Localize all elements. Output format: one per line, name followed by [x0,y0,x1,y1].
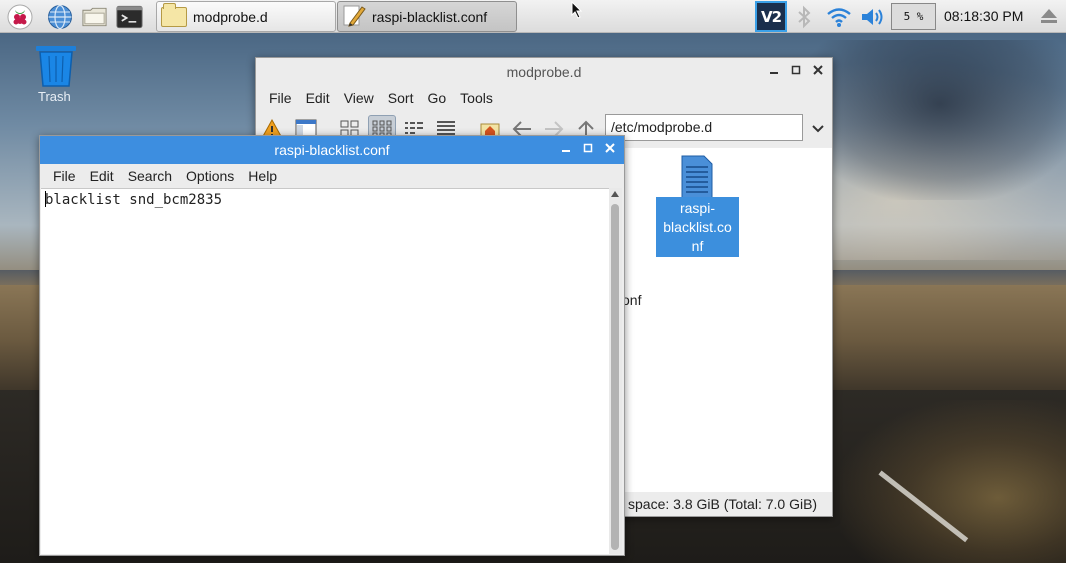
file-manager-icon[interactable] [81,3,108,30]
menu-file[interactable]: File [46,168,83,184]
menu-tools[interactable]: Tools [453,90,500,106]
folder-icon [161,2,187,27]
text-editor-titlebar[interactable]: raspi-blacklist.conf [40,136,624,164]
minimize-button[interactable] [558,140,574,156]
maximize-button[interactable] [788,62,804,78]
task-modprobe-d[interactable]: modprobe.d [156,1,336,32]
raspberry-menu-icon[interactable] [6,3,33,30]
web-browser-icon[interactable] [46,3,73,30]
file-manager-titlebar[interactable]: modprobe.d [256,58,832,85]
selected-file-label-line: nf [691,238,704,254]
taskbar: modprobe.d raspi-blacklist.conf V2 5 % 0… [0,0,1066,33]
scroll-up-arrow-icon[interactable] [611,191,619,197]
selected-file-label[interactable]: raspi- blacklist.co nf [656,197,739,257]
selected-file-label-line: blacklist.co [663,219,732,235]
close-button[interactable] [810,62,826,78]
text-editor-title: raspi-blacklist.conf [274,142,390,158]
bluetooth-icon[interactable] [791,4,817,30]
menu-file[interactable]: File [262,90,299,106]
wallpaper-cloud [800,40,1066,200]
free-space-status: space: 3.8 GiB (Total: 7.0 GiB) [628,496,818,512]
menu-sort[interactable]: Sort [381,90,421,106]
eject-icon[interactable] [1040,8,1058,27]
vertical-scrollbar[interactable] [609,188,622,554]
minimize-button[interactable] [766,62,782,78]
trash-label: Trash [38,89,71,104]
cpu-usage-monitor[interactable]: 5 % [891,3,936,30]
text-file-icon[interactable] [680,154,714,203]
vnc-icon[interactable]: V2 [755,1,787,32]
vnc-label: V2 [760,7,782,26]
menu-help[interactable]: Help [241,168,284,184]
close-button[interactable] [602,140,618,156]
text-editor-icon [342,3,366,30]
file-manager-menubar: File Edit View Sort Go Tools [256,85,832,111]
wallpaper-grass [840,400,1066,563]
task-raspi-blacklist[interactable]: raspi-blacklist.conf [337,1,517,32]
text-editor-content[interactable]: blacklist snd_bcm2835 [41,188,611,554]
path-dropdown-icon[interactable] [804,115,832,143]
clock[interactable]: 08:18:30 PM [944,8,1023,24]
volume-icon[interactable] [860,4,886,30]
menu-edit[interactable]: Edit [83,168,121,184]
text-editor-window: raspi-blacklist.conf File Edit Search Op… [39,135,625,556]
menu-edit[interactable]: Edit [299,90,337,106]
mouse-cursor-icon [571,0,583,22]
text-editor-menubar: File Edit Search Options Help [40,164,624,188]
menu-go[interactable]: Go [420,90,453,106]
text-editor-line: blacklist snd_bcm2835 [45,192,223,208]
scrollbar-thumb[interactable] [611,204,619,550]
terminal-icon[interactable] [116,3,143,30]
wifi-icon[interactable] [826,4,852,30]
menu-options[interactable]: Options [179,168,241,184]
maximize-button[interactable] [580,140,596,156]
path-input[interactable]: /etc/modprobe.d [605,114,803,141]
menu-view[interactable]: View [337,90,381,106]
selected-file-label-line: raspi- [679,200,715,216]
cpu-usage-label: 5 % [903,10,924,23]
file-manager-title: modprobe.d [506,63,582,80]
task-modprobe-d-label: modprobe.d [193,8,268,25]
task-raspi-blacklist-label: raspi-blacklist.conf [372,8,488,25]
menu-search[interactable]: Search [121,168,179,184]
